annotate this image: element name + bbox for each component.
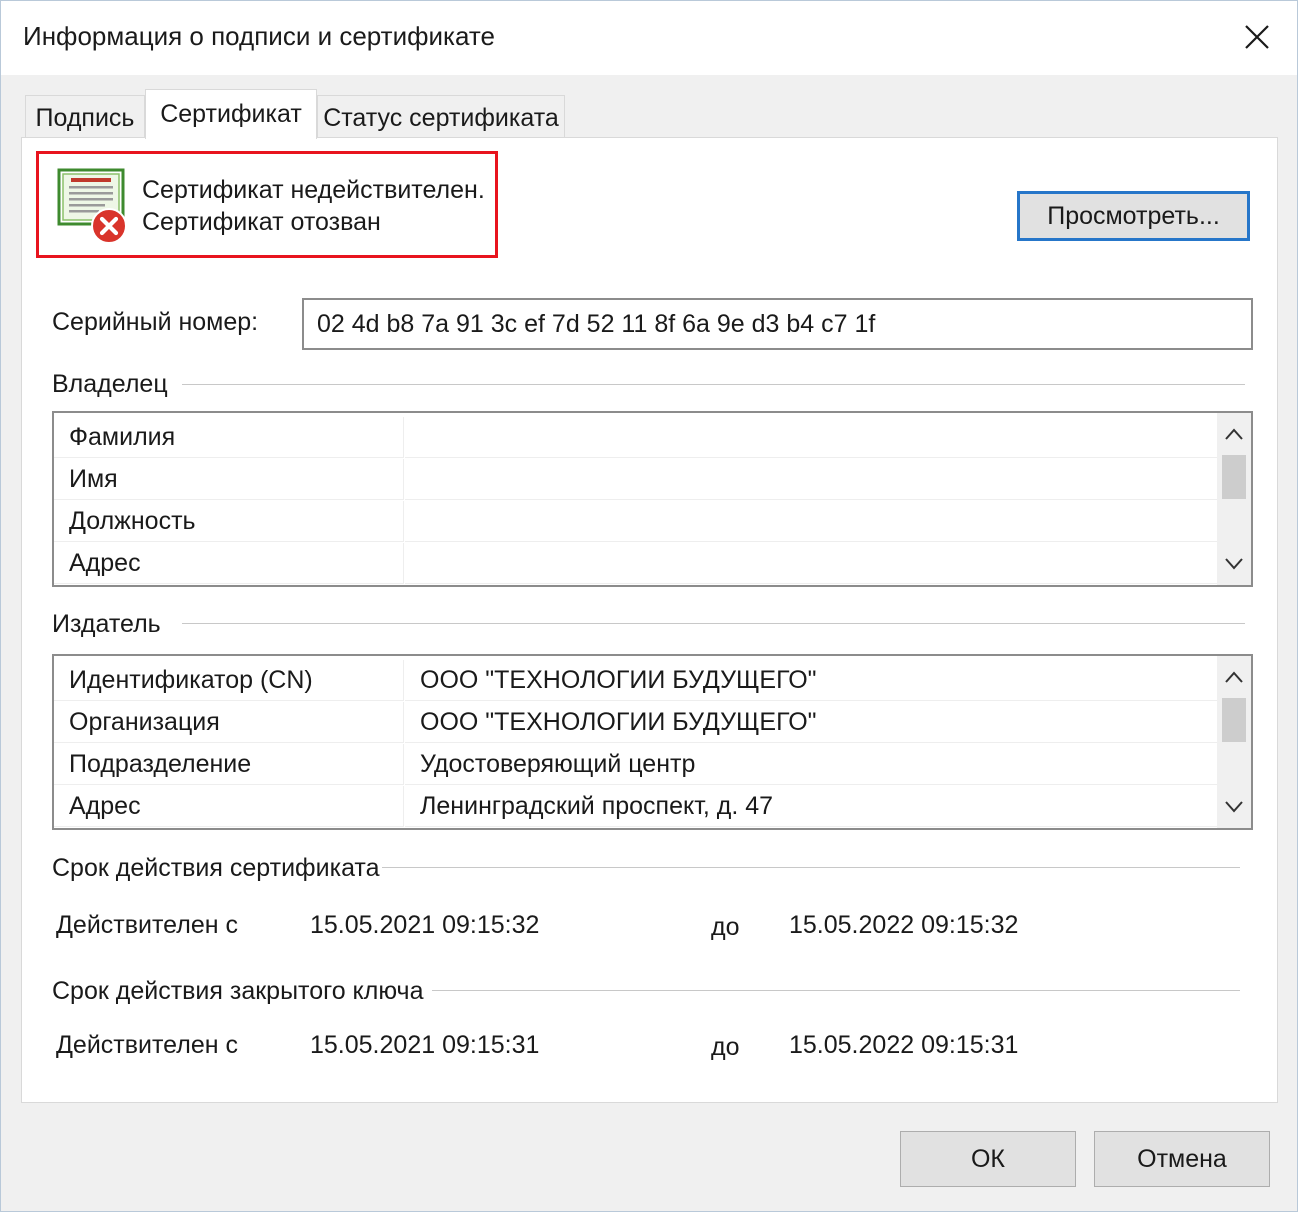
key-valid-to-label: до bbox=[711, 1033, 740, 1061]
issuer-divider bbox=[182, 623, 1245, 624]
owner-heading: Владелец bbox=[52, 370, 168, 398]
window-title: Информация о подписи и сертификате bbox=[23, 21, 495, 51]
status-revoked-text: Сертификат отозван bbox=[142, 208, 381, 236]
owner-scrollbar[interactable] bbox=[1217, 413, 1251, 585]
chevron-down-icon bbox=[1225, 558, 1243, 570]
issuer-value: ООО "ТЕХНОЛОГИИ БУДУЩЕГО" bbox=[405, 702, 1218, 743]
tab-signature-label: Подпись bbox=[35, 104, 135, 132]
key-validity-divider bbox=[432, 990, 1240, 991]
owner-key: Фамилия bbox=[54, 417, 404, 458]
tab-certificate[interactable]: Сертификат bbox=[145, 89, 317, 139]
owner-key: Адрес bbox=[54, 543, 404, 584]
serial-number-label: Серийный номер: bbox=[52, 308, 259, 336]
list-item[interactable]: Организация ООО "ТЕХНОЛОГИИ БУДУЩЕГО" bbox=[54, 702, 1218, 744]
certificate-info-dialog: Информация о подписи и сертификате Подпи… bbox=[0, 0, 1298, 1212]
list-item[interactable]: Должность bbox=[54, 501, 1218, 543]
issuer-scroll-up-button[interactable] bbox=[1217, 660, 1251, 694]
issuer-value: Ленинградский проспект, д. 47 bbox=[405, 786, 1218, 827]
issuer-scroll-thumb[interactable] bbox=[1222, 698, 1246, 742]
owner-value bbox=[405, 417, 1218, 458]
list-item[interactable]: Имя bbox=[54, 459, 1218, 501]
certificate-revoked-icon bbox=[57, 168, 127, 244]
issuer-key: Адрес bbox=[54, 786, 404, 827]
chevron-up-icon bbox=[1225, 428, 1243, 440]
close-button[interactable] bbox=[1237, 15, 1277, 59]
serial-number-value: 02 4d b8 7a 91 3c ef 7d 52 11 8f 6a 9e d… bbox=[317, 309, 876, 338]
view-certificate-button[interactable]: Просмотреть... bbox=[1017, 191, 1250, 241]
issuer-value: Удостоверяющий центр bbox=[405, 744, 1218, 785]
cert-valid-from-label: Действителен с bbox=[56, 911, 238, 939]
ok-button[interactable]: ОК bbox=[900, 1131, 1076, 1187]
issuer-heading: Издатель bbox=[52, 610, 161, 638]
owner-scroll-thumb[interactable] bbox=[1222, 455, 1246, 499]
cert-valid-from-value: 15.05.2021 09:15:32 bbox=[310, 911, 540, 939]
owner-key: Должность bbox=[54, 501, 404, 542]
cert-validity-divider bbox=[382, 867, 1240, 868]
key-valid-to-value: 15.05.2022 09:15:31 bbox=[789, 1031, 1019, 1059]
owner-list[interactable]: Фамилия Имя Должность Адрес bbox=[52, 411, 1253, 587]
issuer-key: Подразделение bbox=[54, 744, 404, 785]
issuer-scroll-down-button[interactable] bbox=[1217, 790, 1251, 824]
list-item[interactable]: Подразделение Удостоверяющий центр bbox=[54, 744, 1218, 786]
issuer-scrollbar[interactable] bbox=[1217, 656, 1251, 828]
cert-valid-to-value: 15.05.2022 09:15:32 bbox=[789, 911, 1019, 939]
list-item[interactable]: Фамилия bbox=[54, 417, 1218, 459]
owner-key: Имя bbox=[54, 459, 404, 500]
tab-certificate-status-label: Статус сертификата bbox=[323, 104, 559, 132]
tab-signature[interactable]: Подпись bbox=[25, 95, 145, 141]
owner-scroll-up-button[interactable] bbox=[1217, 417, 1251, 451]
chevron-up-icon bbox=[1225, 671, 1243, 683]
certificate-tab-panel: Сертификат недействителен. Сертификат от… bbox=[21, 137, 1278, 1103]
key-valid-from-value: 15.05.2021 09:15:31 bbox=[310, 1031, 540, 1059]
serial-number-field[interactable]: 02 4d b8 7a 91 3c ef 7d 52 11 8f 6a 9e d… bbox=[302, 298, 1253, 350]
cert-validity-heading: Срок действия сертификата bbox=[52, 854, 380, 882]
issuer-key: Организация bbox=[54, 702, 404, 743]
list-item[interactable]: Адрес bbox=[54, 543, 1218, 585]
owner-divider bbox=[182, 384, 1245, 385]
owner-value bbox=[405, 543, 1218, 584]
tab-certificate-status[interactable]: Статус сертификата bbox=[317, 95, 565, 141]
certificate-status-highlight: Сертификат недействителен. Сертификат от… bbox=[36, 151, 498, 258]
status-invalid-text: Сертификат недействителен. bbox=[142, 176, 485, 204]
key-valid-from-label: Действителен с bbox=[56, 1031, 238, 1059]
cert-valid-to-label: до bbox=[711, 913, 740, 941]
owner-value bbox=[405, 501, 1218, 542]
cancel-button[interactable]: Отмена bbox=[1094, 1131, 1270, 1187]
issuer-value: ООО "ТЕХНОЛОГИИ БУДУЩЕГО" bbox=[405, 660, 1218, 701]
chevron-down-icon bbox=[1225, 801, 1243, 813]
tab-certificate-label: Сертификат bbox=[160, 100, 302, 128]
issuer-list[interactable]: Идентификатор (CN) ООО "ТЕХНОЛОГИИ БУДУЩ… bbox=[52, 654, 1253, 830]
close-icon bbox=[1245, 25, 1269, 49]
title-bar: Информация о подписи и сертификате bbox=[1, 1, 1297, 75]
issuer-key: Идентификатор (CN) bbox=[54, 660, 404, 701]
list-item[interactable]: Идентификатор (CN) ООО "ТЕХНОЛОГИИ БУДУЩ… bbox=[54, 660, 1218, 702]
owner-scroll-down-button[interactable] bbox=[1217, 547, 1251, 581]
key-validity-heading: Срок действия закрытого ключа bbox=[52, 977, 424, 1005]
list-item[interactable]: Адрес Ленинградский проспект, д. 47 bbox=[54, 786, 1218, 828]
owner-value bbox=[405, 459, 1218, 500]
